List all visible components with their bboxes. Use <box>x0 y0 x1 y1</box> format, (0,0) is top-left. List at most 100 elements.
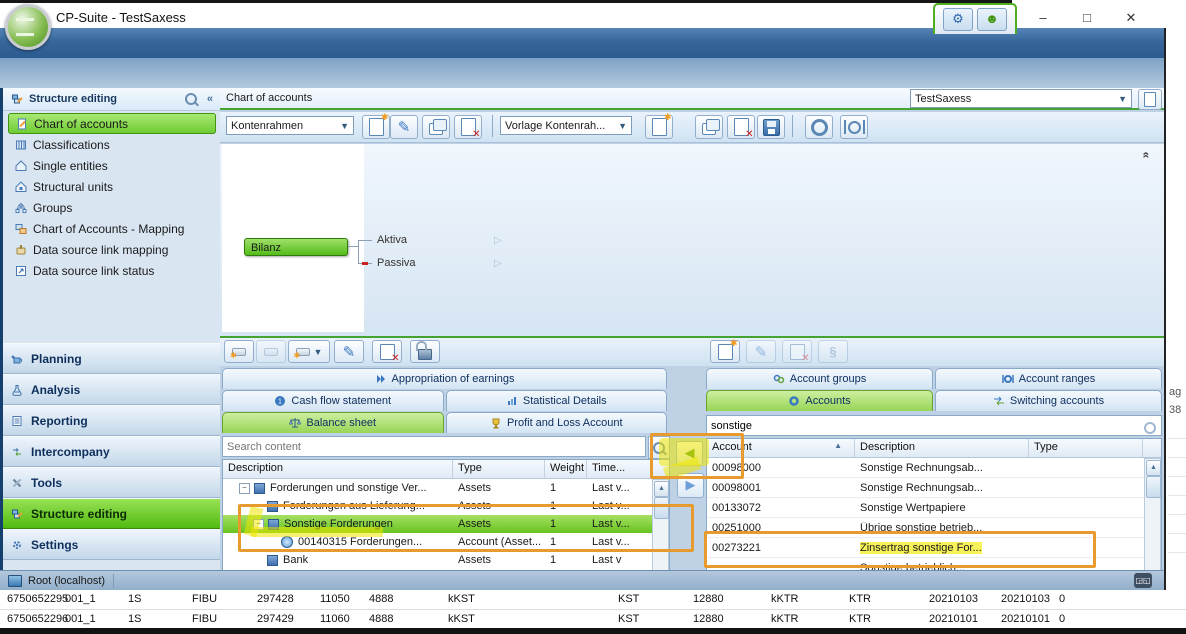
sidebar-search-icon[interactable] <box>185 93 197 105</box>
kontenrahmen-select[interactable]: Kontenrahmen▼ <box>226 116 354 135</box>
save-button[interactable] <box>757 115 785 139</box>
account-row-00251000[interactable]: 00251000Übrige sonstige betrieb... <box>707 518 1161 538</box>
module-button-settings[interactable]: Settings <box>3 529 221 560</box>
tree-expander-icon[interactable]: − <box>253 519 264 530</box>
module-button-structure-editing[interactable]: Structure editing <box>3 498 221 529</box>
filter-icon[interactable] <box>1144 422 1156 434</box>
table-row-sonstige-forderungen[interactable]: −Sonstige ForderungenAssets1Last v... <box>223 515 669 533</box>
column-header-description[interactable]: Description <box>223 460 453 478</box>
tab-switching-accounts[interactable]: Switching accounts <box>935 390 1162 411</box>
module-button-reporting[interactable]: Reporting <box>3 405 221 436</box>
column-header-weight[interactable]: Weight <box>545 460 587 478</box>
quick-access-group: ⚙ ☻ <box>933 3 1017 34</box>
collapse-minus-icon[interactable] <box>362 262 368 265</box>
column-header-account[interactable]: Account ▲ <box>707 439 855 457</box>
copy-chart-button[interactable] <box>422 115 450 139</box>
module-button-analysis[interactable]: Analysis <box>3 374 221 405</box>
column-header-time[interactable]: Time... <box>587 460 651 478</box>
edit-account-button[interactable]: ✎ <box>746 340 776 363</box>
account-number: 00273221 <box>707 542 855 554</box>
new-chart-button[interactable] <box>362 115 390 139</box>
table-row-forderungen-aus-lieferung[interactable]: Forderungen aus Lieferung...Assets1Last … <box>223 497 669 515</box>
data-source-link-status-icon <box>15 265 27 277</box>
sidebar-item-groups[interactable]: Groups <box>3 197 221 218</box>
tab-account-groups[interactable]: Account groups <box>706 368 933 389</box>
tree-node-aktiva[interactable]: Aktiva <box>377 234 407 246</box>
tab-cash-flow-statement[interactable]: 1Cash flow statement <box>222 390 444 411</box>
minimize-button[interactable]: – <box>1028 9 1058 27</box>
delete-node-button[interactable] <box>372 340 402 363</box>
column-header-type[interactable]: Type <box>453 460 545 478</box>
sidebar-item-label: Single entities <box>33 159 108 173</box>
assign-left-arrow-button[interactable]: ◀ <box>676 441 703 466</box>
module-label: Intercompany <box>31 445 110 459</box>
vorlage-select[interactable]: Vorlage Kontenrah...▼ <box>500 116 632 135</box>
collapse-sidebar-icon[interactable]: « <box>207 93 213 105</box>
sidebar-header-label: Structure editing <box>29 93 117 105</box>
account-row-00273221[interactable]: 00273221Zinsertrag sonstige For... <box>707 538 1161 558</box>
module-button-planning[interactable]: Planning <box>3 343 221 374</box>
account-filter-input[interactable] <box>707 416 1161 435</box>
sidebar-item-chart-of-accounts[interactable]: Chart of accounts <box>8 113 216 134</box>
edit-chart-button[interactable]: ✎ <box>390 115 418 139</box>
column-header-type[interactable]: Type <box>1029 439 1143 457</box>
copy-template-button[interactable] <box>695 115 723 139</box>
tab-appropriation-of-earnings[interactable]: Appropriation of earnings <box>222 368 667 389</box>
network-gear-icon[interactable]: ⚙ <box>943 8 973 31</box>
tab-accounts[interactable]: Accounts <box>706 390 933 411</box>
delete-template-button[interactable] <box>727 115 755 139</box>
close-button[interactable]: ✕ <box>1116 9 1146 27</box>
tab-statistical-details[interactable]: Statistical Details <box>446 390 668 411</box>
new-account-button[interactable] <box>710 340 740 363</box>
sidebar-item-single-entities[interactable]: Single entities <box>3 155 221 176</box>
sidebar-item-data-source-link-mapping[interactable]: Data source link mapping <box>3 239 221 260</box>
tab-profit-and-loss-account[interactable]: Profit and Loss Account <box>446 412 668 433</box>
expand-triangle-icon[interactable]: ▷ <box>494 258 502 269</box>
module-button-tools[interactable]: Tools <box>3 467 221 498</box>
delete-account-button[interactable] <box>782 340 812 363</box>
edit-node-button[interactable]: ✎ <box>334 340 364 363</box>
background-cell: FIBU <box>192 613 217 625</box>
scroll-up-icon[interactable]: ▲ <box>1146 460 1161 476</box>
account-row-00098001[interactable]: 00098001Sonstige Rechnungsab... <box>707 478 1161 498</box>
tab-balance-sheet[interactable]: Balance sheet <box>222 412 444 433</box>
column-header-description[interactable]: Description <box>855 439 1029 457</box>
scroll-up-icon[interactable]: ▲ <box>654 481 669 497</box>
table-row-bank[interactable]: BankAssets1Last v <box>223 551 669 569</box>
search-button[interactable] <box>648 436 670 459</box>
display-mode3-button[interactable]: ▼ <box>288 340 330 363</box>
collapse-panel-icon[interactable]: « <box>1140 152 1154 159</box>
assign-right-arrow-button[interactable]: ▶ <box>677 473 704 498</box>
sidebar-item-data-source-link-status[interactable]: Data source link status <box>3 260 221 281</box>
delete-chart-button[interactable] <box>454 115 482 139</box>
account-circle-button[interactable] <box>805 115 833 139</box>
display-mode-button[interactable] <box>224 340 254 363</box>
display-mode2-button[interactable] <box>256 340 286 363</box>
folder-node-icon <box>254 483 265 494</box>
table-row-forderungen-und-sonstige-ver[interactable]: −Forderungen und sonstige Ver...Assets1L… <box>223 479 669 497</box>
entity-select[interactable]: TestSaxess▼ <box>910 89 1132 108</box>
new-template-button[interactable] <box>645 115 673 139</box>
sidebar-item-chart-of-accounts-mapping[interactable]: Chart of Accounts - Mapping <box>3 218 221 239</box>
tree-node-passiva[interactable]: Passiva <box>377 257 416 269</box>
table-row-00140315-forderungen[interactable]: 00140315 Forderungen...Account (Asset...… <box>223 533 669 551</box>
entity-new-button[interactable] <box>1138 89 1162 110</box>
tree-expander-icon[interactable]: − <box>239 483 250 494</box>
account-row-00133072[interactable]: 00133072Sonstige Wertpapiere <box>707 498 1161 518</box>
sidebar-item-structural-units[interactable]: Structural units <box>3 176 221 197</box>
account-range-button[interactable] <box>840 115 868 139</box>
tab-account-ranges[interactable]: Account ranges <box>935 368 1162 389</box>
background-cell: KTR <box>849 593 871 605</box>
user-list-icon[interactable]: ☻ <box>977 8 1007 31</box>
account-row-00098000[interactable]: 00098000Sonstige Rechnungsab... <box>707 458 1161 478</box>
expand-triangle-icon[interactable]: ▷ <box>494 235 502 246</box>
background-cell: 4888 <box>369 593 393 605</box>
sidebar-item-classifications[interactable]: Classifications <box>3 134 221 155</box>
module-button-intercompany[interactable]: Intercompany <box>3 436 221 467</box>
unlock-button[interactable] <box>410 340 440 363</box>
maximize-button[interactable]: □ <box>1072 9 1102 27</box>
search-content-input[interactable] <box>223 437 645 456</box>
link-account-button[interactable]: § <box>818 340 848 363</box>
expand-icon[interactable]: ◲◱ <box>1134 573 1152 588</box>
tree-node-bilanz[interactable]: Bilanz <box>244 238 348 256</box>
